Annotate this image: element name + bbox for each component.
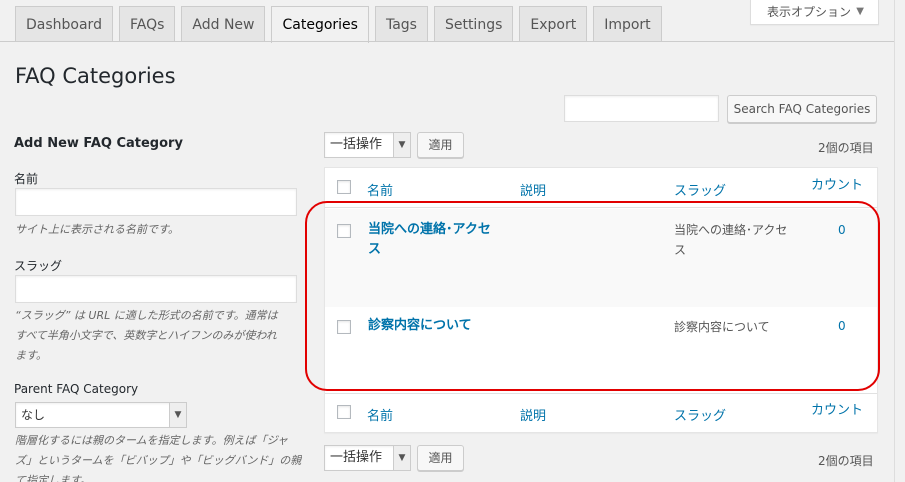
slug-description-line-1: “スラッグ” は URL に適した形式の名前です。通常は [15,309,278,322]
parent-category-value: なし [21,408,46,422]
tab-add-new[interactable]: Add New [181,6,266,42]
chevron-down-icon: ▼ [393,446,410,470]
page-title: FAQ Categories [15,64,176,88]
row-count-link[interactable]: 0 [838,223,846,237]
name-description: サイト上に表示される名前です。 [15,223,179,236]
column-count-footer[interactable]: カウント [811,399,863,418]
tab-settings[interactable]: Settings [433,6,514,42]
bulk-actions-value: 一括操作 [330,137,383,152]
apply-button-top[interactable]: 適用 [417,132,464,158]
select-all-checkbox-footer[interactable] [337,405,351,419]
bulk-actions-value: 一括操作 [330,450,383,465]
chevron-down-icon: ▼ [393,133,410,157]
table-row: 診察内容について 診察内容について 0 [325,307,877,393]
parent-category-select[interactable]: なし ▼ [15,402,187,428]
tab-faqs[interactable]: FAQs [118,6,176,42]
tabs-divider [0,41,894,42]
parent-description-line-3: て指定します。 [15,474,91,482]
column-count-header[interactable]: カウント [811,174,863,193]
row-name-link[interactable]: 診察内容について [368,316,548,336]
triangle-down-icon: ▼ [856,6,864,17]
column-slug-header[interactable]: スラッグ [674,180,726,199]
categories-table: 名前 説明 スラッグ カウント 当院への連絡･アクセス 当院への連絡･アクセス … [324,167,878,433]
item-count-bottom: 2個の項目 [818,454,874,468]
bulk-actions-select-bottom[interactable]: 一括操作 ▼ [324,445,411,471]
column-name-footer[interactable]: 名前 [367,405,393,424]
select-all-checkbox[interactable] [337,180,351,194]
tab-import[interactable]: Import [593,6,662,42]
search-input[interactable] [564,95,719,122]
parent-description-line-2: ズ」というタームを「ビバップ」や「ビッグバンド」の親とし [15,454,302,467]
tab-dashboard[interactable]: Dashboard [15,6,113,42]
tab-tags[interactable]: Tags [374,6,428,42]
table-header: 名前 説明 スラッグ カウント [325,168,877,208]
column-description-footer[interactable]: 説明 [520,405,546,424]
row-count-link[interactable]: 0 [838,319,846,333]
row-checkbox[interactable] [337,224,351,238]
slug-label: スラッグ [14,259,63,273]
row-checkbox[interactable] [337,320,351,334]
screen-options-button[interactable]: 表示オプション ▼ [750,0,879,25]
table-footer: 名前 説明 スラッグ カウント [325,393,877,433]
nav-tabs: Dashboard FAQs Add New Categories Tags S… [15,6,668,43]
parent-description-line-1: 階層化するには親のタームを指定します。例えば「ジャ [15,434,289,447]
name-field[interactable] [15,188,297,216]
tab-categories[interactable]: Categories [271,6,369,43]
add-category-heading: Add New FAQ Category [14,136,183,151]
slug-field[interactable] [15,275,297,303]
search-categories-button[interactable]: Search FAQ Categories [727,95,877,123]
scrollbar[interactable] [894,0,905,482]
column-name-header[interactable]: 名前 [367,180,393,199]
item-count-top: 2個の項目 [818,141,874,155]
slug-description-line-3: ます。 [15,349,47,362]
apply-button-bottom[interactable]: 適用 [417,445,464,471]
slug-description-line-2: すべて半角小文字で、英数字とハイフンのみが使われ [15,329,277,342]
row-slug: 当院への連絡･アクセス [674,223,788,257]
column-description-header[interactable]: 説明 [520,180,546,199]
screen-options-label: 表示オプション [767,5,852,19]
tab-export[interactable]: Export [519,6,588,42]
table-row: 当院への連絡･アクセス 当院への連絡･アクセス 0 [325,209,877,307]
parent-category-label: Parent FAQ Category [14,382,139,396]
bulk-actions-select-top[interactable]: 一括操作 ▼ [324,132,411,158]
row-name-link[interactable]: 当院への連絡･アクセス [368,220,503,260]
name-label: 名前 [14,172,39,186]
row-slug: 診察内容について [674,320,770,334]
column-slug-footer[interactable]: スラッグ [674,405,726,424]
chevron-down-icon: ▼ [169,403,186,427]
